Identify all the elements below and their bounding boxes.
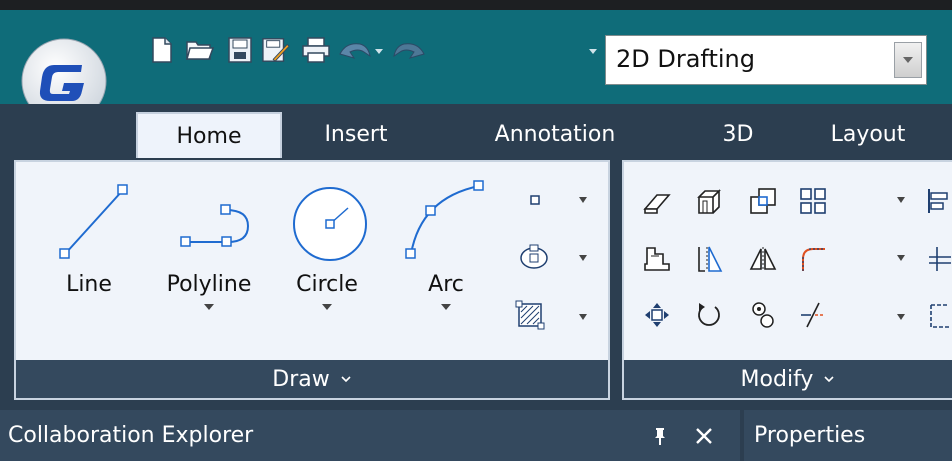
polyline-label: Polyline — [166, 272, 252, 297]
hatch-icon[interactable] — [514, 300, 546, 330]
workspace-value: 2D Drafting — [616, 45, 755, 73]
array-dropdown-icon[interactable] — [896, 196, 906, 204]
save-icon[interactable] — [226, 36, 254, 64]
mirror3d-icon[interactable] — [748, 244, 778, 274]
arc-dropdown-icon[interactable] — [440, 303, 452, 311]
tab-layout[interactable]: Layout — [812, 112, 924, 156]
undo-icon[interactable] — [338, 36, 372, 64]
extrude-icon[interactable] — [694, 186, 724, 216]
align-icon[interactable] — [922, 186, 952, 216]
array-icon[interactable] — [798, 186, 828, 216]
circle-icon — [293, 187, 367, 261]
print-icon[interactable] — [302, 36, 330, 64]
arc-icon — [405, 180, 484, 259]
save-as-icon[interactable] — [262, 36, 290, 64]
ellipse-icon[interactable] — [516, 242, 552, 272]
circle-label: Circle — [296, 272, 358, 297]
erase-icon[interactable] — [642, 188, 672, 218]
tab-annotation[interactable]: Annotation — [470, 112, 640, 156]
collaboration-explorer-header: Collaboration Explorer — [0, 410, 740, 461]
workspace-dropdown-button[interactable] — [894, 42, 922, 78]
line-label: Line — [66, 272, 112, 297]
scale-icon[interactable] — [748, 300, 778, 330]
redo-icon[interactable] — [392, 36, 426, 64]
tab-home[interactable]: Home — [136, 112, 282, 158]
open-folder-icon[interactable] — [186, 36, 214, 64]
polyline-tool-button[interactable]: Polyline — [150, 178, 268, 311]
chevron-down-icon — [903, 57, 913, 63]
stretch-icon[interactable] — [642, 244, 672, 274]
circle-tool-button[interactable]: Circle — [278, 178, 376, 311]
chevron-down-icon — [341, 376, 351, 383]
collaboration-explorer-title: Collaboration Explorer — [8, 423, 254, 448]
move-icon[interactable] — [642, 300, 672, 330]
window-top-border — [0, 0, 952, 10]
arc-label: Arc — [428, 272, 464, 297]
trim-dropdown-icon[interactable] — [896, 313, 906, 321]
point-icon[interactable] — [520, 185, 550, 215]
trim-icon[interactable] — [798, 300, 828, 330]
circle-dropdown-icon[interactable] — [321, 303, 333, 311]
tab-insert[interactable]: Insert — [310, 112, 402, 156]
explode-icon[interactable] — [922, 300, 952, 330]
properties-title: Properties — [754, 423, 866, 448]
new-file-icon[interactable] — [148, 36, 176, 64]
fillet-icon[interactable] — [798, 244, 828, 274]
properties-header: Properties — [744, 410, 952, 461]
copy-icon[interactable] — [748, 186, 778, 216]
ellipse-dropdown-icon[interactable] — [578, 254, 588, 262]
chevron-down-icon — [824, 376, 835, 383]
polyline-icon — [180, 204, 250, 247]
break-icon[interactable] — [922, 244, 952, 274]
undo-dropdown-icon[interactable] — [374, 46, 384, 56]
hatch-dropdown-icon[interactable] — [578, 313, 588, 321]
redo-dropdown-icon[interactable] — [588, 46, 598, 56]
mirror-icon[interactable] — [694, 244, 724, 274]
draw-panel-footer[interactable]: Draw — [16, 360, 608, 398]
line-tool-button[interactable]: Line — [40, 178, 138, 297]
rotate-icon[interactable] — [694, 300, 724, 330]
point-dropdown-icon[interactable] — [578, 196, 588, 204]
modify-panel-title: Modify — [740, 366, 814, 392]
close-icon[interactable] — [694, 426, 714, 446]
tab-3d[interactable]: 3D — [708, 112, 768, 156]
arc-tool-button[interactable]: Arc — [398, 178, 494, 311]
modify-panel-footer[interactable]: Modify — [624, 360, 952, 398]
line-icon — [59, 184, 128, 259]
workspace-select[interactable]: 2D Drafting — [605, 35, 927, 85]
fillet-dropdown-icon[interactable] — [896, 254, 906, 262]
pin-icon[interactable] — [652, 426, 668, 446]
polyline-dropdown-icon[interactable] — [203, 303, 215, 311]
draw-panel-title: Draw — [272, 366, 330, 392]
